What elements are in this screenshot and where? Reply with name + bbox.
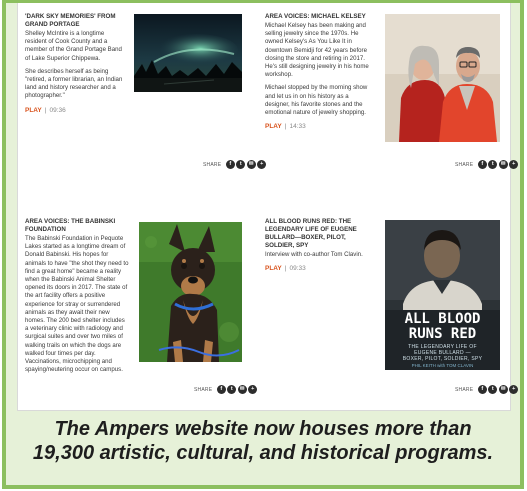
couple-portrait-photo[interactable]	[385, 14, 500, 142]
caption: The Ampers website now houses more than …	[6, 417, 520, 465]
link-icon[interactable]: +	[509, 385, 519, 394]
story-card-babinski: AREA VOICES: THE BABINSKI FOUNDATION The…	[18, 208, 265, 411]
share-label: SHARE	[203, 161, 222, 168]
book-title-line: ALL BLOOD	[404, 311, 481, 327]
share-bar: SHARE f t ✉ +	[455, 160, 519, 169]
book-cover-photo[interactable]: ALL BLOOD RUNS RED THE LEGENDARY LIFE OF…	[385, 220, 500, 370]
link-icon[interactable]: +	[509, 160, 519, 169]
separator: |	[284, 265, 287, 273]
story-paragraph: Shelley McIntire is a longtime resident …	[25, 30, 122, 62]
dog-photo[interactable]	[139, 222, 242, 362]
duration: 09:33	[289, 265, 306, 273]
play-button[interactable]: PLAY	[265, 265, 282, 272]
story-card-dark-sky: 'DARK SKY MEMORIES' FROM GRAND PORTAGE S…	[18, 3, 267, 193]
story-title[interactable]: 'DARK SKY MEMORIES' FROM GRAND PORTAGE	[25, 13, 125, 29]
share-label: SHARE	[194, 386, 213, 393]
book-authors: PHIL KEITH with TOM CLAVIN	[411, 363, 474, 368]
caption-line: 19,300 artistic, cultural, and historica…	[32, 442, 494, 464]
book-title: ALL BLOOD RUNS RED	[385, 312, 500, 342]
twitter-icon[interactable]: t	[227, 385, 237, 394]
story-paragraph: She describes herself as being "retired,…	[25, 67, 123, 100]
story-title[interactable]: AREA VOICES: MICHAEL KELSEY	[265, 13, 375, 21]
duration: 09:36	[49, 106, 66, 114]
twitter-icon[interactable]: t	[488, 385, 498, 394]
play-row: PLAY | 14:33	[265, 122, 375, 131]
email-icon[interactable]: ✉	[246, 160, 256, 169]
story-paragraph: Michael stopped by the morning show and …	[265, 84, 368, 117]
twitter-icon[interactable]: t	[488, 160, 498, 169]
play-row: PLAY | 09:36	[25, 106, 125, 115]
screenshot-frame: 'DARK SKY MEMORIES' FROM GRAND PORTAGE S…	[2, 0, 524, 489]
story-text: ALL BLOOD RUNS RED: THE LEGENDARY LIFE O…	[265, 218, 373, 273]
link-icon[interactable]: +	[248, 385, 258, 394]
story-card-michael-kelsey: AREA VOICES: MICHAEL KELSEY Michael Kels…	[265, 3, 519, 193]
separator: |	[284, 123, 287, 131]
stories-panel: 'DARK SKY MEMORIES' FROM GRAND PORTAGE S…	[17, 3, 519, 411]
story-paragraph: Michael Kelsey has been making and selli…	[265, 22, 369, 79]
story-title[interactable]: AREA VOICES: THE BABINSKI FOUNDATION	[25, 218, 129, 234]
play-button[interactable]: PLAY	[25, 107, 42, 114]
share-bar: SHARE f t ✉ +	[203, 160, 267, 169]
caption-line: The Ampers website now houses more than	[54, 418, 472, 440]
story-text: AREA VOICES: MICHAEL KELSEY Michael Kels…	[265, 13, 375, 131]
duration: 14:33	[289, 123, 306, 131]
share-bar: SHARE f t ✉ +	[194, 385, 258, 394]
facebook-icon[interactable]: f	[477, 385, 487, 394]
story-paragraph: Interview with co-author Tom Clavin.	[265, 251, 363, 258]
email-icon[interactable]: ✉	[498, 385, 508, 394]
share-bar: SHARE f t ✉ +	[455, 385, 519, 394]
story-paragraph: The Babinski Foundation in Pequote Lakes…	[25, 235, 129, 374]
email-icon[interactable]: ✉	[498, 160, 508, 169]
play-button[interactable]: PLAY	[265, 123, 282, 130]
book-title-line: RUNS RED	[408, 326, 477, 342]
story-text: AREA VOICES: THE BABINSKI FOUNDATION The…	[25, 218, 129, 379]
facebook-icon[interactable]: f	[225, 160, 235, 169]
book-subtitle: THE LEGENDARY LIFE OF EUGENE BULLARD — B…	[385, 344, 500, 362]
story-text: 'DARK SKY MEMORIES' FROM GRAND PORTAGE S…	[25, 13, 125, 115]
book-subtitle-line: BOXER, PILOT, SOLDIER, SPY	[402, 356, 483, 362]
facebook-icon[interactable]: f	[477, 160, 487, 169]
twitter-icon[interactable]: t	[236, 160, 246, 169]
facebook-icon[interactable]: f	[216, 385, 226, 394]
story-title[interactable]: ALL BLOOD RUNS RED: THE LEGENDARY LIFE O…	[265, 218, 373, 250]
share-label: SHARE	[455, 161, 474, 168]
separator: |	[44, 106, 47, 114]
share-label: SHARE	[455, 386, 474, 393]
email-icon[interactable]: ✉	[237, 385, 247, 394]
play-row: PLAY | 09:33	[265, 264, 373, 273]
northern-lights-photo[interactable]	[134, 14, 242, 92]
story-card-all-blood-runs-red: ALL BLOOD RUNS RED: THE LEGENDARY LIFE O…	[265, 208, 519, 411]
